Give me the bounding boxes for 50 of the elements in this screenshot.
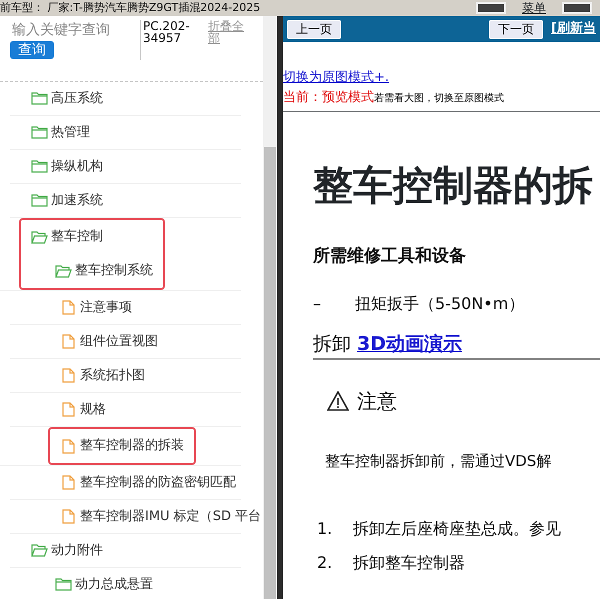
tree-item-label[interactable]: 整车控制器的拆装	[80, 436, 184, 456]
tree-item-label[interactable]: 注意事项	[80, 298, 132, 318]
tree-item-label[interactable]: 规格	[80, 400, 106, 420]
tree-item-label[interactable]: 热管理	[51, 122, 90, 142]
tools-heading: 所需维修工具和设备	[313, 245, 467, 268]
current-mode-label: 当前：预览模式	[283, 88, 374, 106]
tree-item-label[interactable]: 高压系统	[51, 88, 103, 108]
tree-item-label[interactable]: 组件位置视图	[80, 332, 158, 352]
caution-heading: 注意	[357, 388, 397, 415]
previous-page-button[interactable]: 上一页	[287, 20, 341, 38]
tree-item-label[interactable]: 系统拓扑图	[80, 366, 145, 386]
removal-label: 拆卸	[313, 332, 351, 354]
code-label: PC.202-34957	[140, 20, 202, 60]
scrollbar[interactable]	[263, 16, 277, 599]
toolbar-icon[interactable]	[562, 2, 592, 14]
document-title: 整车控制器的拆	[313, 166, 594, 206]
document-icon	[60, 334, 77, 349]
refresh-link[interactable]: [刷新当	[551, 19, 596, 39]
tree-item-label[interactable]: 操纵机构	[51, 156, 103, 176]
document-icon	[60, 475, 77, 490]
tree-item-label[interactable]: 整车控制器IMU 标定（SD 平台	[80, 506, 262, 526]
document-icon	[60, 438, 77, 454]
tool-item: 扭矩扳手（5-50N•m）	[355, 292, 524, 314]
tree-item-label[interactable]: 整车控制器的防盗密钥匹配	[80, 472, 236, 492]
document-icon	[60, 402, 77, 417]
step-text: 拆卸整车控制器	[353, 552, 465, 574]
list-dash: –	[313, 292, 322, 314]
tree-item-label[interactable]: 动力总成悬置	[75, 574, 153, 594]
step-text: 拆卸左后座椅座垫总成。参见	[353, 518, 561, 540]
scrollbar-thumb[interactable]	[264, 147, 276, 599]
next-page-button[interactable]: 下一页	[489, 20, 544, 38]
toolbar-icon[interactable]	[476, 2, 506, 14]
warning-icon	[327, 391, 349, 411]
document-icon	[60, 509, 77, 524]
tree-item-label[interactable]: 整车控制	[51, 227, 103, 247]
animation-link[interactable]: 3D动画演示	[357, 332, 462, 354]
document-icon	[60, 300, 77, 315]
step-number: 2.	[317, 552, 334, 574]
search-button[interactable]: 查询	[10, 41, 54, 59]
mode-hint: 若需看大图，切换至原图模式	[374, 92, 504, 106]
switch-mode-link[interactable]: 切换为原图模式+.	[283, 70, 390, 85]
step-number: 1.	[317, 518, 334, 540]
menu-label[interactable]: 菜单	[522, 0, 546, 16]
tree-item-label[interactable]: 动力附件	[51, 540, 103, 560]
document-icon	[60, 368, 77, 383]
tree-item-label[interactable]: 加速系统	[51, 190, 103, 210]
vehicle-title: 前车型： 厂家:T-腾势汽车腾势Z9GT插混2024-2025	[0, 0, 260, 16]
caution-text: 整车控制器拆卸前，需通过VDS解	[325, 451, 552, 472]
splitter[interactable]	[277, 16, 283, 599]
tree-item-label[interactable]: 整车控制系统	[75, 261, 153, 281]
